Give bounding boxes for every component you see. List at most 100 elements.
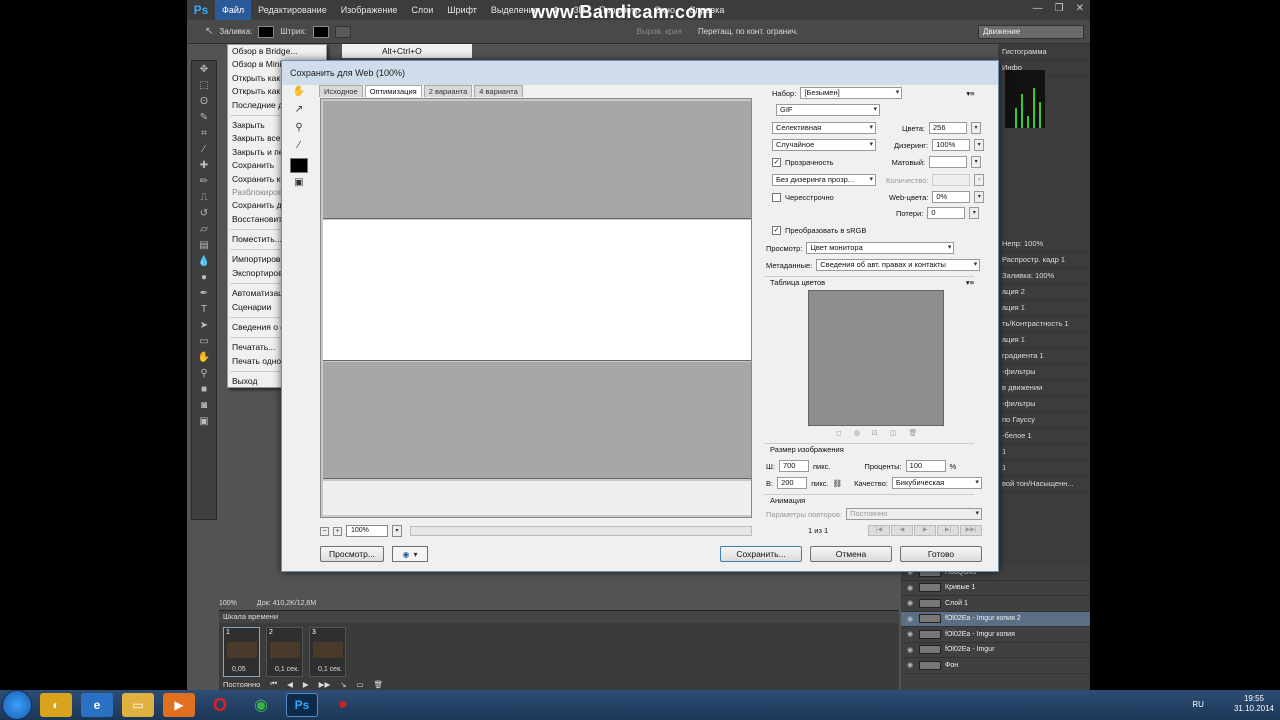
width-field[interactable]: 700 bbox=[778, 460, 809, 472]
browser-select[interactable]: ◉ ▾ bbox=[392, 546, 428, 562]
menu-image[interactable]: Изображение bbox=[334, 0, 405, 20]
panel-row[interactable]: по Гауссу bbox=[998, 412, 1090, 428]
prev-frame-icon[interactable]: ◀ bbox=[287, 680, 293, 689]
layer-row[interactable]: ◉ Слой 1 bbox=[901, 596, 1090, 612]
history-brush-icon[interactable]: ↺ bbox=[195, 207, 213, 221]
zoom-level-field[interactable]: 100% bbox=[346, 525, 388, 537]
web-snap-dropdown-arrow[interactable]: ▾ bbox=[974, 191, 985, 203]
frame-delay[interactable]: 0,1 сек. bbox=[318, 666, 342, 673]
format-dropdown[interactable]: GIF bbox=[776, 104, 880, 116]
panel-row[interactable]: Непр: 100% bbox=[998, 236, 1090, 252]
ie-icon[interactable]: ◐ bbox=[40, 693, 72, 717]
add-color-icon[interactable]: ◫ bbox=[890, 429, 897, 437]
preview-scrollbar[interactable] bbox=[410, 526, 752, 536]
panel-row[interactable]: 1 bbox=[998, 444, 1090, 460]
panel-row[interactable]: Заливка: 100% bbox=[998, 268, 1090, 284]
clock[interactable]: 19:55 31.10.2014 bbox=[1234, 694, 1274, 714]
panel-row[interactable]: в движении bbox=[998, 380, 1090, 396]
layer-row[interactable]: ◉ fOl02Ea - Imgur копия bbox=[901, 627, 1090, 643]
preset-dropdown[interactable]: [Безымен] bbox=[800, 87, 903, 99]
media-icon[interactable]: ▶ bbox=[163, 693, 195, 717]
zoom-icon[interactable]: ⚲ bbox=[290, 122, 308, 136]
eye-icon[interactable]: ◉ bbox=[907, 646, 915, 654]
tween-icon[interactable]: ↘ bbox=[340, 680, 346, 689]
loop-dropdown[interactable]: Постоянно bbox=[223, 680, 260, 689]
maximize-icon[interactable]: ❐ bbox=[1055, 3, 1064, 14]
tab-optimized[interactable]: Оптимизация bbox=[364, 85, 422, 97]
chrome-icon[interactable]: ◉ bbox=[245, 693, 277, 717]
eyedropper-icon[interactable]: ⁄ bbox=[290, 140, 308, 154]
lossy-field[interactable]: 0 bbox=[927, 207, 966, 219]
panel-row[interactable]: Распростр. кадр 1 bbox=[998, 252, 1090, 268]
metadata-dropdown[interactable]: Сведения об авт. правах и контакты bbox=[816, 259, 981, 271]
duplicate-frame-icon[interactable]: ▭ bbox=[357, 680, 364, 689]
shape-icon[interactable]: ▭ bbox=[195, 335, 213, 349]
photoshop-icon[interactable]: Ps bbox=[286, 693, 318, 717]
minimize-icon[interactable]: — bbox=[1033, 3, 1043, 14]
gradient-icon[interactable]: ▤ bbox=[195, 239, 213, 253]
bandicam-icon[interactable]: ● bbox=[327, 693, 359, 717]
menu-type[interactable]: Шрифт bbox=[440, 0, 484, 20]
optimize-menu-icon[interactable]: ▾≡ bbox=[966, 89, 974, 98]
path-select-icon[interactable]: ➤ bbox=[195, 319, 213, 333]
percent-field[interactable]: 100 bbox=[905, 460, 946, 472]
layer-row[interactable]: ◉ fOl02Ea - Imgur копия 2 bbox=[901, 611, 1090, 627]
layer-row[interactable]: ◉ Кривые 1 bbox=[901, 581, 1090, 596]
first-frame-icon[interactable]: ⏮ bbox=[270, 679, 277, 689]
quality-dropdown[interactable]: Бикубическая bbox=[891, 477, 982, 489]
timeline-frame[interactable]: 2 0,1 сек. bbox=[266, 627, 303, 677]
zoom-out-button[interactable]: − bbox=[320, 526, 329, 536]
lock-color-icon[interactable]: ⊡ bbox=[872, 429, 878, 437]
constrain-proportions-icon[interactable]: ⛓ bbox=[833, 479, 843, 488]
panel-row[interactable]: -белое 1 bbox=[998, 428, 1090, 444]
lasso-icon[interactable]: ʘ bbox=[195, 95, 213, 109]
file-menu-item[interactable]: Обзор в Bridge... bbox=[228, 45, 326, 58]
color-swatches-icon[interactable]: ■ bbox=[195, 383, 213, 397]
dither-dropdown-arrow[interactable]: ▾ bbox=[974, 139, 985, 151]
workspace-dropdown[interactable]: Движение bbox=[978, 25, 1084, 39]
stroke-width-dropdown[interactable] bbox=[334, 25, 351, 38]
lossy-dropdown-arrow[interactable]: ▾ bbox=[969, 207, 980, 219]
menu-file[interactable]: Файл bbox=[215, 0, 252, 20]
matte-dropdown-arrow[interactable]: ▾ bbox=[971, 156, 982, 168]
next-frame-icon[interactable]: ▶▶ bbox=[319, 680, 331, 689]
eye-icon[interactable]: ◉ bbox=[907, 615, 915, 623]
panel-row[interactable]: градиента 1 bbox=[998, 348, 1090, 364]
preview-mode-dropdown[interactable]: Цвет монитора bbox=[806, 242, 955, 254]
save-button[interactable]: Сохранить... bbox=[720, 546, 802, 562]
zoom-dropdown-arrow[interactable]: ▾ bbox=[392, 525, 402, 537]
eye-icon[interactable]: ◉ bbox=[907, 599, 915, 607]
panel-row[interactable]: вой тон/Насыщенн... bbox=[998, 476, 1090, 492]
color-table[interactable] bbox=[808, 290, 944, 426]
timeline-frame[interactable]: 3 0,1 сек. bbox=[309, 627, 346, 677]
panel-row[interactable]: ть/Контрастность 1 bbox=[998, 316, 1090, 332]
dodge-icon[interactable]: ● bbox=[195, 271, 213, 285]
timeline-frame[interactable]: 1 0,05 bbox=[223, 627, 260, 677]
convert-srgb-checkbox[interactable]: ✓ bbox=[772, 226, 781, 235]
stamp-icon[interactable]: ⎍ bbox=[195, 191, 213, 205]
web-shift-icon[interactable]: ◍ bbox=[854, 429, 860, 437]
slice-select-icon[interactable]: ↗ bbox=[290, 104, 308, 118]
marquee-icon[interactable]: ⬚ bbox=[195, 79, 213, 93]
cancel-button[interactable]: Отмена bbox=[810, 546, 892, 562]
web-snap-field[interactable]: 0% bbox=[932, 191, 971, 203]
preview-button[interactable]: Просмотр... bbox=[320, 546, 384, 562]
type-icon[interactable]: T bbox=[195, 303, 213, 317]
frame-delay[interactable]: 0,05 bbox=[232, 666, 246, 673]
layer-row[interactable]: ◉ Фон bbox=[901, 658, 1090, 674]
done-button[interactable]: Готово bbox=[900, 546, 982, 562]
colors-field[interactable]: 256 bbox=[928, 122, 967, 134]
play-icon[interactable]: ▶ bbox=[303, 680, 309, 689]
hand-icon[interactable]: ✋ bbox=[195, 351, 213, 365]
menu-edit[interactable]: Редактирование bbox=[251, 0, 334, 20]
panel-row[interactable]: 1 bbox=[998, 460, 1090, 476]
screen-mode-icon[interactable]: ▣ bbox=[195, 415, 213, 429]
fill-swatch[interactable] bbox=[258, 25, 275, 38]
color-reduction-dropdown[interactable]: Селективная bbox=[772, 122, 876, 134]
blur-icon[interactable]: 💧 bbox=[195, 255, 213, 269]
zoom-icon[interactable]: ⚲ bbox=[195, 367, 213, 381]
frame-delay[interactable]: 0,1 сек. bbox=[275, 666, 299, 673]
eye-icon[interactable]: ◉ bbox=[907, 584, 915, 592]
tab-2-up[interactable]: 2 варианта bbox=[423, 85, 473, 97]
eyedropper-color-swatch[interactable] bbox=[290, 158, 308, 173]
